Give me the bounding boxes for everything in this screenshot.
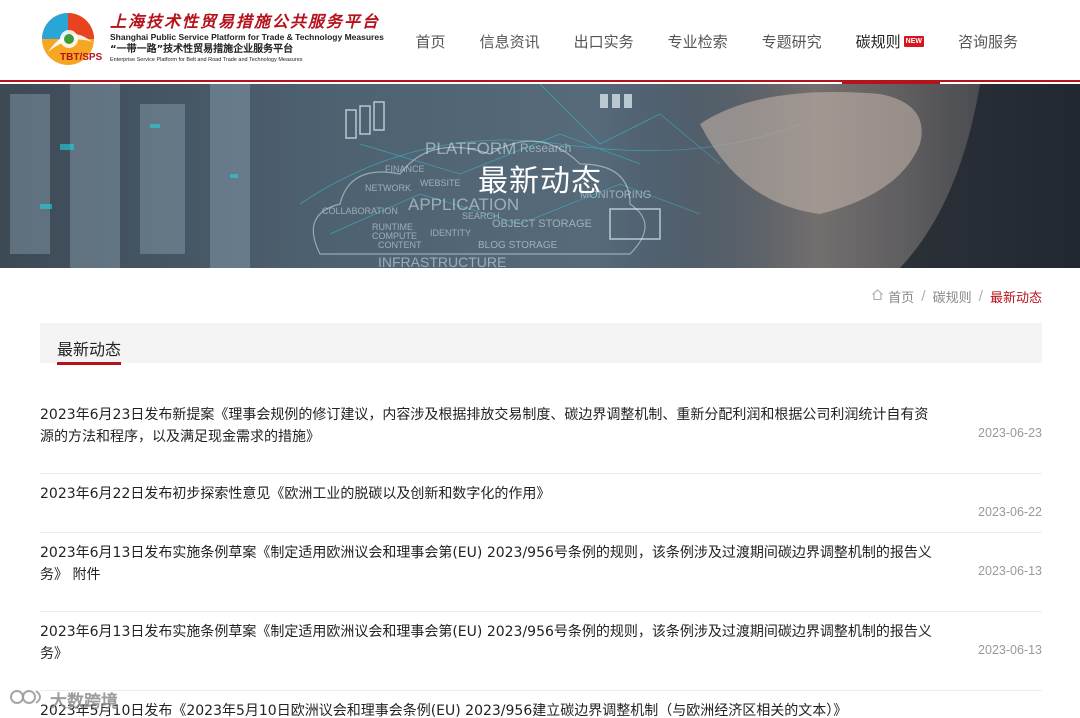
breadcrumb: 首页 / 碳规则 / 最新动态 (871, 287, 1042, 306)
banner-word: OBJECT STORAGE (492, 218, 592, 230)
nav-label: 咨询服务 (957, 32, 1018, 51)
list-item[interactable]: 2023年6月13日发布实施条例草案《制定适用欧洲议会和理事会第(EU) 202… (40, 612, 1042, 691)
breadcrumb-separator: / (921, 289, 926, 304)
nav-item-news[interactable]: 信息资讯 (480, 0, 540, 82)
watermark-logo-icon (8, 686, 46, 713)
nav-item-carbon-rules[interactable]: 碳规则 NEW (841, 0, 941, 84)
nav-label: 碳规则 (855, 32, 901, 51)
breadcrumb-carbon-rules[interactable]: 碳规则 (933, 287, 972, 306)
article-date: 2023-06-13 (978, 643, 1042, 657)
article-date: 2023-06-13 (978, 564, 1042, 578)
article-title[interactable]: 2023年6月22日发布初步探索性意见《欧洲工业的脱碳以及创新和数字化的作用》 (40, 483, 940, 505)
breadcrumb-home[interactable]: 首页 (888, 287, 914, 306)
banner-word: RUNTIME (372, 222, 413, 232)
article-date: 2023-06-23 (978, 426, 1042, 440)
logo-mark-icon: TBT/SPS (40, 12, 104, 70)
nav-label: 信息资讯 (479, 32, 540, 51)
home-icon[interactable] (871, 288, 884, 305)
banner-word: INFRASTRUCTURE (378, 254, 506, 268)
list-item[interactable]: 2023年6月23日发布新提案《理事会规例的修订建议，内容涉及根据排放交易制度、… (40, 394, 1042, 474)
banner-word: BLOG STORAGE (478, 240, 558, 251)
article-title[interactable]: 2023年6月13日发布实施条例草案《制定适用欧洲议会和理事会第(EU) 202… (40, 542, 940, 586)
article-title[interactable]: 2023年6月23日发布新提案《理事会规例的修订建议，内容涉及根据排放交易制度、… (40, 404, 940, 448)
nav-label: 专题研究 (761, 32, 822, 51)
article-title[interactable]: 2023年5月10日发布《2023年5月10日欧洲议会和理事会条例(EU) 20… (40, 700, 1042, 718)
site-header: TBT/SPS 上海技术性贸易措施公共服务平台 Shanghai Public … (0, 0, 1080, 84)
article-date: 2023-06-22 (978, 505, 1042, 519)
logo-mark-text: TBT/SPS (60, 52, 103, 63)
nav-label: 首页 (415, 32, 446, 51)
site-logo[interactable]: TBT/SPS 上海技术性贸易措施公共服务平台 Shanghai Public … (40, 12, 384, 70)
article-list: 2023年6月23日发布新提案《理事会规例的修订建议，内容涉及根据排放交易制度、… (40, 394, 1042, 718)
section-title: 最新动态 (57, 340, 122, 365)
section-header: 最新动态 (40, 323, 1042, 365)
nav-label: 出口实务 (573, 32, 634, 51)
article-title[interactable]: 2023年6月13日发布实施条例草案《制定适用欧洲议会和理事会第(EU) 202… (40, 621, 940, 665)
logo-sub-cn: “一带一路”技术性贸易措施企业服务平台 (110, 44, 294, 55)
new-badge: NEW (903, 35, 924, 47)
list-item[interactable]: 2023年6月22日发布初步探索性意见《欧洲工业的脱碳以及创新和数字化的作用》 … (40, 474, 1042, 533)
page-banner: PLATFORM Research COMPUTE FINANCE WEBSIT… (0, 84, 1080, 268)
logo-text: 上海技术性贸易措施公共服务平台 Shanghai Public Service … (110, 12, 384, 64)
nav-item-home[interactable]: 首页 (416, 0, 446, 82)
logo-name-en: Shanghai Public Service Platform for Tra… (110, 32, 384, 42)
banner-word: Research (520, 141, 571, 155)
banner-title: 最新动态 (478, 164, 602, 199)
banner-word: CONTENT (378, 240, 422, 250)
banner-word: COLLABORATION (322, 206, 398, 216)
nav-item-export[interactable]: 出口实务 (574, 0, 634, 82)
logo-name-cn: 上海技术性贸易措施公共服务平台 (110, 12, 381, 31)
nav-item-research[interactable]: 专题研究 (762, 0, 822, 82)
main-nav: 首页 信息资讯 出口实务 专业检索 专题研究 碳规则 NEW 咨询服务 (382, 0, 1018, 84)
watermark: 大数跨境 (8, 686, 118, 713)
nav-item-search[interactable]: 专业检索 (668, 0, 728, 82)
breadcrumb-separator: / (978, 289, 983, 304)
logo-sub-en: Enterprise Service Platform for Belt and… (110, 57, 303, 63)
watermark-text: 大数跨境 (50, 692, 118, 712)
list-item[interactable]: 2023年5月10日发布《2023年5月10日欧洲议会和理事会条例(EU) 20… (40, 691, 1042, 718)
nav-label: 专业检索 (667, 32, 728, 51)
list-item[interactable]: 2023年6月13日发布实施条例草案《制定适用欧洲议会和理事会第(EU) 202… (40, 533, 1042, 612)
banner-word: IDENTITY (430, 228, 471, 238)
nav-item-consulting[interactable]: 咨询服务 (958, 0, 1018, 82)
breadcrumb-current: 最新动态 (989, 291, 1042, 306)
